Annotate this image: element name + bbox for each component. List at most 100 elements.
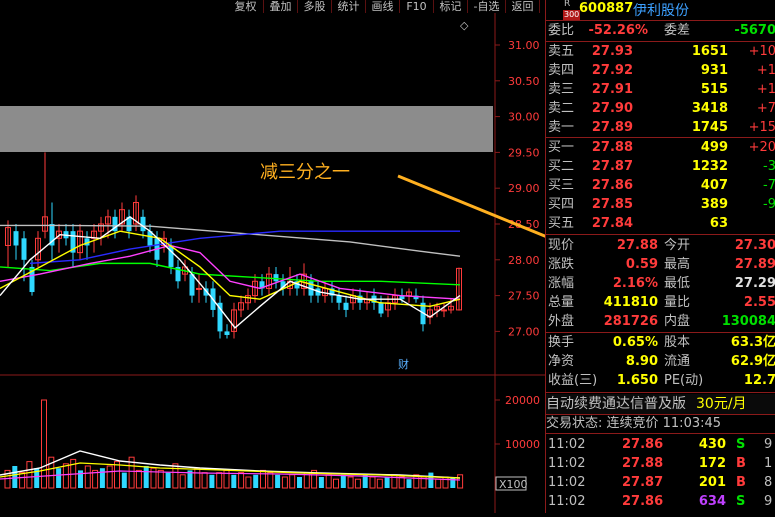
bid-row[interactable]: 买一 27.88 499 +20 — [546, 138, 775, 157]
volume-bar — [435, 478, 442, 489]
ask-volume: 515 — [700, 82, 728, 97]
bid-change: -7 — [763, 178, 775, 193]
toolbar-button-5[interactable]: F10 — [400, 0, 434, 13]
r-badge: R — [564, 0, 571, 9]
stock-code[interactable]: 600887 — [579, 1, 633, 16]
ask-row[interactable]: 卖一 27.89 1745 +15 — [546, 118, 775, 137]
ask-row[interactable]: 卖二 27.90 3418 +7 — [546, 99, 775, 118]
ask-change: +1 — [756, 82, 775, 97]
trade-row[interactable]: 11:02 27.86 634 S 9 — [546, 492, 775, 511]
ask-row[interactable]: 卖四 27.92 931 +1 — [546, 61, 775, 80]
fund-value: 62.9亿 — [730, 354, 775, 369]
toolbar-button-4[interactable]: 画线 — [366, 0, 400, 13]
trade-row[interactable]: 11:02 27.86 430 S 9 — [546, 435, 775, 454]
highlight-band — [0, 106, 493, 152]
price-tick-label: 30.00 — [508, 111, 540, 124]
kline-chart-area[interactable]: 31.00 30.50 30.00 29.50 29.00 28.50 28.00 27.50… — [0, 13, 605, 513]
volume-bar — [442, 476, 449, 489]
trade-row[interactable]: 11:02 27.88 172 B 1 — [546, 454, 775, 473]
bid-row[interactable]: 买三 27.86 407 -7 — [546, 176, 775, 195]
bid-price: 27.88 — [591, 140, 633, 155]
trade-side: B — [736, 456, 746, 471]
quote-value: 130084 — [721, 314, 775, 329]
bid-price: 27.87 — [591, 159, 633, 174]
trade-volume: 634 — [698, 494, 726, 509]
volume-bar — [56, 468, 62, 488]
volume-bar — [121, 472, 127, 488]
fund-label: 收益(三) — [548, 373, 598, 388]
volume-bar — [267, 472, 274, 489]
bid-row[interactable]: 买五 27.84 63 — [546, 214, 775, 233]
ask-price: 27.90 — [591, 101, 633, 116]
trade-price: 27.88 — [622, 456, 664, 471]
ask-price: 27.92 — [591, 63, 633, 78]
trade-count: 8 — [764, 475, 773, 490]
bid-row[interactable]: 买二 27.87 1232 -3 — [546, 157, 775, 176]
volume-tick-label: 20000 — [505, 394, 540, 407]
ask-volume: 1651 — [691, 44, 728, 59]
toolbar-button-8[interactable]: 返回 — [506, 0, 540, 13]
volume-bar — [106, 465, 113, 489]
kline-chart[interactable]: 31.0030.5030.0029.5029.0028.5028.0027.50… — [0, 13, 605, 513]
toolbar-button-1[interactable]: 叠加 — [264, 0, 298, 13]
ask-label: 卖五 — [548, 44, 575, 59]
panel-separator — [546, 392, 775, 393]
volume-bar — [289, 474, 296, 489]
fund-label: 流通 — [664, 354, 691, 369]
bid-change: -9 — [763, 197, 775, 212]
volume-bar — [318, 477, 324, 488]
fund-label: 换手 — [548, 335, 575, 350]
volume-bar — [84, 465, 91, 489]
toolbar-button-2[interactable]: 多股 — [298, 0, 332, 13]
toolbar-button-3[interactable]: 统计 — [332, 0, 366, 13]
trade-side: S — [736, 437, 746, 452]
volume-bar — [157, 469, 164, 489]
trade-count: 9 — [764, 437, 773, 452]
bid-volume: 389 — [700, 197, 728, 212]
bid-label: 买二 — [548, 159, 575, 174]
price-tick-label: 27.00 — [508, 325, 540, 338]
ma20-line — [0, 244, 461, 300]
quote-value: 27.29 — [734, 276, 775, 291]
volume-bar — [245, 476, 252, 489]
candle-body — [378, 302, 384, 314]
volume-bar — [281, 476, 288, 489]
volume-bar — [253, 474, 259, 488]
quote-label: 涨幅 — [548, 276, 575, 291]
quote-label: 涨跌 — [548, 257, 575, 272]
ask-row[interactable]: 卖五 27.93 1651 +10 — [546, 42, 775, 61]
quote-label: 最高 — [664, 257, 691, 272]
candle-body — [336, 295, 342, 303]
bid-volume: 499 — [700, 140, 728, 155]
volume-bar — [406, 479, 412, 488]
candle-body — [196, 287, 202, 290]
bid-change: -3 — [763, 159, 775, 174]
toolbar-button-7[interactable]: -自选 — [468, 0, 506, 13]
volume-bar — [354, 478, 361, 489]
subscription-ad[interactable]: 自动续费通达信普及版 30元/月 — [546, 394, 775, 414]
chart-toolbar: 复权 叠加 多股 统计 画线 F10 标记 -自选 返回 — [0, 0, 545, 13]
ask-label: 卖四 — [548, 63, 575, 78]
trade-volume: 430 — [698, 437, 726, 452]
trade-row[interactable]: 11:02 27.87 201 B 8 — [546, 473, 775, 492]
trade-time: 11:02 — [548, 494, 586, 509]
quote-row: 涨跌 0.59 最高 27.89 — [546, 255, 775, 274]
fund-value: 63.3亿 — [730, 335, 775, 350]
volume-bar — [62, 463, 69, 489]
ask-row[interactable]: 卖三 27.91 515 +1 — [546, 80, 775, 99]
price-tick-label: 29.00 — [508, 182, 540, 195]
volume-bar — [216, 472, 223, 489]
candle-body — [189, 274, 195, 296]
stock-header: R 300 600887 伊利股份 — [546, 0, 775, 21]
toolbar-button-6[interactable]: 标记 — [434, 0, 468, 13]
fund-label: 股本 — [664, 335, 691, 350]
quote-row: 总量 411810 量比 2.55 — [546, 293, 775, 312]
bid-row[interactable]: 买四 27.85 389 -9 — [546, 195, 775, 214]
toolbar-button-0[interactable]: 复权 — [228, 0, 264, 13]
stock-name[interactable]: 伊利股份 — [633, 0, 689, 20]
candle-body — [140, 216, 146, 232]
volume-bar — [99, 468, 105, 488]
trade-count: 9 — [764, 494, 773, 509]
quote-row: 现价 27.88 今开 27.30 — [546, 236, 775, 255]
price-tick-label: 28.00 — [508, 254, 540, 267]
